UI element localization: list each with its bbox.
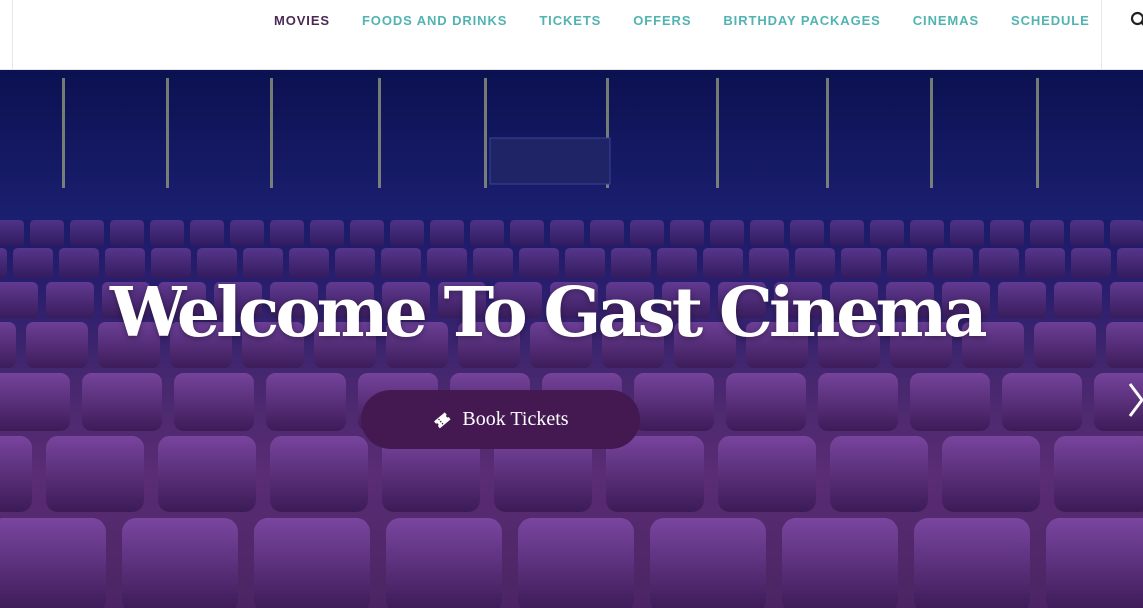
top-navigation-bar: MOVIES FOODS AND DRINKS TICKETS OFFERS B… (0, 0, 1143, 70)
header-divider-right (1101, 0, 1102, 70)
hero-title: Welcome To Gast Cinema (110, 273, 988, 353)
book-tickets-button[interactable]: Book Tickets (361, 390, 640, 449)
main-menu: MOVIES FOODS AND DRINKS TICKETS OFFERS B… (258, 0, 1106, 40)
ticket-icon (434, 411, 451, 428)
nav-item-tickets[interactable]: TICKETS (523, 13, 617, 28)
chevron-right-icon[interactable] (1126, 380, 1143, 420)
search-icon[interactable] (1130, 11, 1143, 29)
nav-item-schedule[interactable]: SCHEDULE (995, 13, 1106, 28)
nav-item-movies[interactable]: MOVIES (258, 13, 346, 28)
book-tickets-label: Book Tickets (462, 408, 569, 430)
nav-item-cinemas[interactable]: CINEMAS (897, 13, 995, 28)
nav-item-foods-and-drinks[interactable]: FOODS AND DRINKS (346, 13, 523, 28)
nav-item-offers[interactable]: OFFERS (617, 13, 707, 28)
header-divider-left (12, 0, 13, 70)
nav-item-birthday-packages[interactable]: BIRTHDAY PACKAGES (707, 13, 896, 28)
hero-slider: Welcome To Gast Cinema Book Tickets (0, 70, 1143, 608)
